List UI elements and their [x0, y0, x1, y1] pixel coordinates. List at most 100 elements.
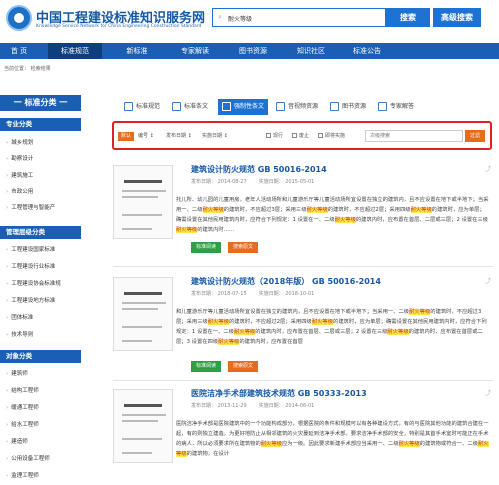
- publish-date: 发布日期： 2013-11-29: [191, 403, 247, 409]
- result-item: 建筑设计防火规范（2018年版） GB 50016-2014 发布日期： 201…: [113, 272, 493, 377]
- result-item: 建筑设计防火规范 GB 50016-2014 发布日期： 2014-08-27 实…: [113, 160, 493, 270]
- keyword-highlight: 耐火等级: [218, 339, 240, 345]
- sidebar-item[interactable]: 暖通工程师: [6, 403, 39, 411]
- sidebar: 一 标准分类 一 专业分类 城乡规划 勘察设计 建筑施工 市政公用 工程管理与智…: [0, 95, 81, 485]
- share-icon[interactable]: ⤴: [485, 388, 491, 397]
- abstract-text: 的建筑物或符合一、二级: [419, 441, 478, 447]
- nav-item-expert[interactable]: 专家解读: [168, 43, 222, 59]
- nav-item-home[interactable]: 首 页: [0, 43, 38, 59]
- abstract-text: 和儿童游乐厅等儿童活动场所宜设置在独立的建筑内，且不应设置在地下或半地下；当采用…: [176, 309, 410, 315]
- sort-publish-button[interactable]: 发布日期 ↕: [166, 132, 192, 141]
- sidebar-item[interactable]: 公用设备工程师: [6, 454, 50, 462]
- main-nav: 首 页 标准规范 新标准 专家解读 图书资源 知识社区 标准公告: [0, 43, 499, 59]
- sidebar-section-audience[interactable]: 对象分类: [0, 350, 81, 363]
- sidebar-item[interactable]: 工程管理与智能产: [6, 203, 55, 211]
- publish-date: 发布日期： 2018-07-15: [191, 291, 247, 297]
- divider: [113, 380, 493, 381]
- standard-cover-thumbnail[interactable]: [113, 277, 173, 351]
- sidebar-item[interactable]: 结构工程师: [6, 386, 39, 394]
- site-subtitle: Knowledge Service Network for China Engi…: [36, 24, 202, 29]
- read-standard-button[interactable]: 标准阅读: [191, 361, 221, 372]
- result-meta: 发布日期： 2018-07-15 实施日期： 2018-10-01: [191, 290, 326, 297]
- result-item: 医院洁净手术部建筑技术规范 GB 50333-2013 发布日期： 2013-1…: [113, 384, 493, 485]
- result-abstract: 托儿所、幼儿园的儿童用房，老年人活动场所和儿童游乐厅等儿童活动场所宜设置在独立的…: [176, 195, 490, 235]
- sidebar-item[interactable]: 建造师: [6, 437, 28, 445]
- sidebar-item[interactable]: 工程建设行业标准: [6, 262, 55, 270]
- sidebar-item[interactable]: 工程建设国家标准: [6, 245, 55, 253]
- search-fulltext-button[interactable]: 搜索原文: [228, 242, 258, 253]
- sidebar-section-management[interactable]: 管理层级分类: [0, 226, 81, 239]
- read-standard-button[interactable]: 标准阅读: [191, 242, 221, 253]
- tab-standards[interactable]: 标准规范: [124, 99, 160, 115]
- implement-date: 实施日期： 2014-06-01: [258, 403, 315, 409]
- checkbox-label: 废止: [299, 133, 310, 139]
- result-meta: 发布日期： 2014-08-27 实施日期： 2015-05-01: [191, 178, 326, 185]
- result-abstract: 医院洁净手术部是医院建筑中的一个功能构成部分，根据医院的条件和规模可以有各种建设…: [176, 419, 490, 459]
- abstract-text: 的建筑内时，应布置在首层: [239, 339, 303, 345]
- search-box: ⌕: [212, 8, 386, 27]
- tab-label: 音视频资源: [288, 103, 319, 110]
- sidebar-item[interactable]: 团体标准: [6, 313, 33, 321]
- person-icon: [378, 102, 387, 111]
- checkbox-icon: [266, 133, 271, 138]
- abstract-text: 的建筑物，在设计: [186, 451, 229, 457]
- sort-number-button[interactable]: 编号 ↕: [138, 132, 154, 141]
- site-header: 中国工程建设标准知识服务网 Knowledge Service Network …: [0, 0, 499, 40]
- secondary-search-input[interactable]: [365, 130, 463, 142]
- publish-date: 发布日期： 2014-08-27: [191, 179, 247, 185]
- search-input[interactable]: [228, 11, 378, 25]
- standard-cover-thumbnail[interactable]: [113, 165, 173, 239]
- sidebar-section-specialty[interactable]: 专业分类: [0, 118, 81, 131]
- sort-default-button[interactable]: 默认: [118, 132, 135, 141]
- tab-label: 图书资源: [342, 103, 367, 110]
- sidebar-item[interactable]: 建筑师: [6, 369, 28, 377]
- checkbox-label: 现行: [273, 133, 284, 139]
- status-repealed-checkbox[interactable]: 废止: [292, 132, 309, 141]
- keyword-highlight: 耐火等级: [306, 207, 328, 213]
- sidebar-item[interactable]: 工程建设协会标准规: [6, 279, 61, 287]
- share-icon[interactable]: ⤴: [485, 164, 491, 173]
- tab-books[interactable]: 图书资源: [330, 99, 366, 115]
- search-fulltext-button[interactable]: 搜索原文: [228, 361, 258, 372]
- filter-button[interactable]: 过滤: [465, 130, 485, 142]
- result-title[interactable]: 医院洁净手术部建筑技术规范 GB 50333-2013: [191, 388, 367, 399]
- advanced-search-button[interactable]: 高级搜索: [433, 8, 481, 27]
- sidebar-item[interactable]: 监理工程师: [6, 471, 39, 479]
- abstract-text: 的建筑时，不应超过3层；采用三级: [223, 207, 307, 213]
- checkbox-label: 即将实施: [325, 133, 346, 139]
- abstract-text: 应为一级。因此要求新建手术部应当采用一、二级: [281, 441, 399, 447]
- tab-expert-answers[interactable]: 专家解答: [378, 99, 414, 115]
- sort-implement-button[interactable]: 实施日期 ↕: [202, 132, 228, 141]
- keyword-highlight: 耐火等级: [176, 227, 198, 233]
- tab-av-resources[interactable]: 音视频资源: [276, 99, 318, 115]
- sidebar-item[interactable]: 给水工程师: [6, 420, 39, 428]
- video-icon: [276, 102, 285, 111]
- nav-item-standards[interactable]: 标准规范: [48, 43, 102, 59]
- nav-item-books[interactable]: 图书资源: [226, 43, 280, 59]
- status-current-checkbox[interactable]: 现行: [266, 132, 283, 141]
- nav-item-announcements[interactable]: 标准公告: [340, 43, 394, 59]
- tab-label: 专家解答: [390, 103, 415, 110]
- sidebar-item[interactable]: 技术导则: [6, 330, 33, 338]
- status-upcoming-checkbox[interactable]: 即将实施: [318, 132, 345, 141]
- result-title[interactable]: 建筑设计防火规范（2018年版） GB 50016-2014: [191, 276, 381, 287]
- sidebar-item[interactable]: 市政公用: [6, 187, 33, 195]
- site-logo-icon[interactable]: [6, 5, 32, 31]
- nav-item-new-standards[interactable]: 新标准: [112, 43, 162, 59]
- result-abstract: 和儿童游乐厅等儿童活动场所宜设置在独立的建筑内，且不应设置在地下或半地下；当采用…: [176, 307, 490, 347]
- share-icon[interactable]: ⤴: [485, 276, 491, 285]
- tab-clauses[interactable]: 标准条文: [172, 99, 208, 115]
- nav-item-community[interactable]: 知识社区: [284, 43, 338, 59]
- tab-mandatory-clauses[interactable]: 强制性条文: [218, 99, 269, 115]
- sidebar-item[interactable]: 城乡规划: [6, 138, 33, 146]
- sidebar-heading: 一 标准分类 一: [0, 95, 81, 111]
- search-button[interactable]: 搜索: [386, 8, 430, 27]
- sidebar-item[interactable]: 建筑施工: [6, 171, 33, 179]
- sidebar-item[interactable]: 工程建设地方标准: [6, 296, 55, 304]
- standard-cover-thumbnail[interactable]: [113, 389, 173, 463]
- implement-date: 实施日期： 2015-05-01: [258, 179, 315, 185]
- result-title[interactable]: 建筑设计防火规范 GB 50016-2014: [191, 164, 327, 175]
- sidebar-item[interactable]: 勘察设计: [6, 154, 33, 162]
- keyword-highlight: 耐火等级: [202, 207, 224, 213]
- tab-label: 强制性条文: [234, 103, 265, 110]
